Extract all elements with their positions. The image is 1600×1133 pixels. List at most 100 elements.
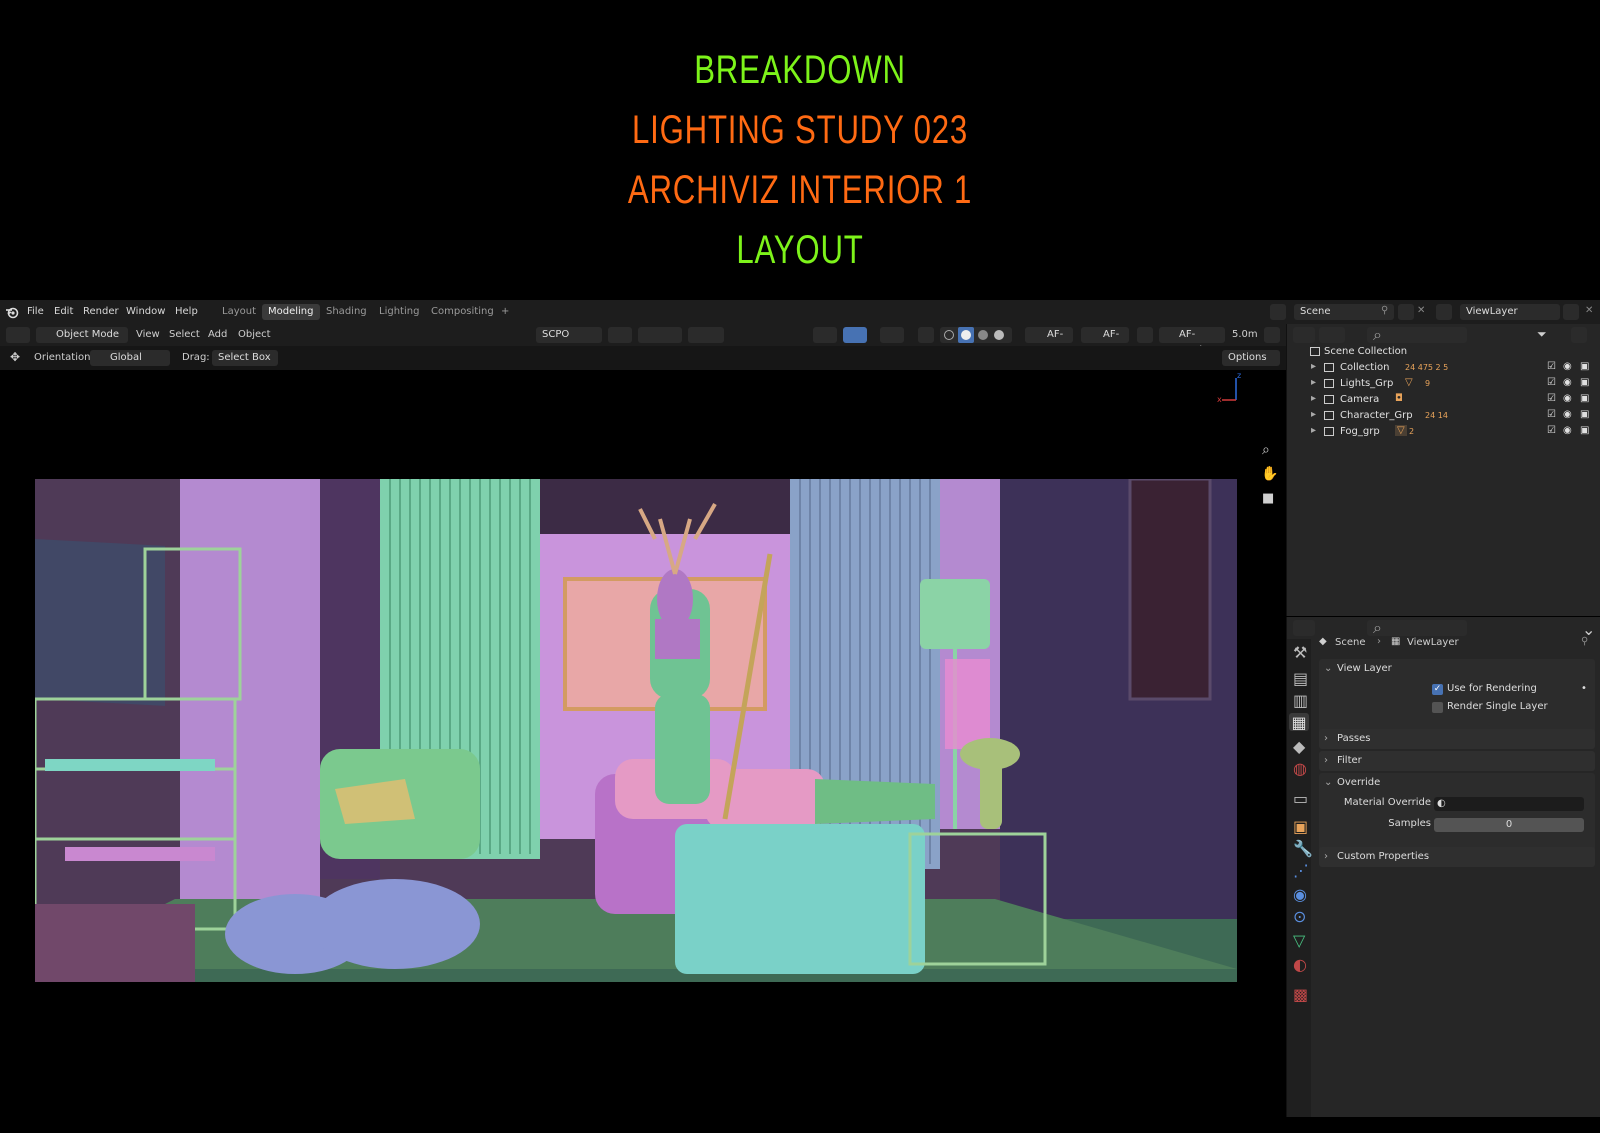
render-camera-icon[interactable]: ▣ bbox=[1580, 377, 1589, 388]
zoom-icon[interactable]: ⌕ bbox=[1262, 442, 1270, 458]
eye-icon[interactable]: ◉ bbox=[1563, 377, 1572, 388]
outliner-row-collection[interactable]: ▸ Collection 24 475 2 5 ☑ ◉ ▣ bbox=[1287, 360, 1600, 376]
scene-selector-icon[interactable] bbox=[1270, 304, 1286, 320]
add-workspace-button[interactable]: + bbox=[495, 304, 515, 320]
delete-view-layer-icon[interactable]: ✕ bbox=[1585, 305, 1593, 316]
passes-section[interactable]: › Passes bbox=[1319, 729, 1595, 749]
af-c-button[interactable]: AF-C bbox=[1081, 327, 1129, 356]
keyframe-dot-icon[interactable]: • bbox=[1581, 679, 1587, 699]
scene-collection-row[interactable]: Scene Collection bbox=[1287, 344, 1600, 360]
object-tab-icon[interactable]: ▣ bbox=[1293, 817, 1308, 836]
exclude-checkbox[interactable]: ☑ bbox=[1547, 377, 1556, 388]
outliner-row-character-grp[interactable]: ▸ Character_Grp 24 14 ☑ ◉ ▣ bbox=[1287, 408, 1600, 424]
menu-add[interactable]: Add bbox=[208, 329, 227, 340]
display-mode-icon[interactable] bbox=[1319, 327, 1345, 343]
constraints-tab-icon[interactable]: ⊙ bbox=[1293, 907, 1306, 926]
new-collection-icon[interactable] bbox=[1571, 327, 1587, 343]
render-tab-icon[interactable]: ▤ bbox=[1293, 669, 1308, 688]
new-view-layer-icon[interactable] bbox=[1563, 304, 1579, 320]
menu-select[interactable]: Select bbox=[169, 329, 200, 340]
menu-object[interactable]: Object bbox=[238, 329, 271, 340]
material-override-field[interactable]: ◐ bbox=[1434, 797, 1584, 811]
custom-properties-section[interactable]: › Custom Properties bbox=[1319, 847, 1595, 867]
move-tool-icon[interactable]: ✥ bbox=[10, 350, 20, 364]
data-tab-icon[interactable]: ▽ bbox=[1293, 931, 1305, 950]
physics-tab-icon[interactable]: ◉ bbox=[1293, 885, 1307, 904]
tab-layout[interactable]: Layout bbox=[216, 304, 262, 320]
outliner-editor-icon[interactable] bbox=[1293, 327, 1315, 343]
filter-section[interactable]: › Filter bbox=[1319, 751, 1595, 771]
panel-collapsed-icon[interactable]: › bbox=[1324, 751, 1328, 771]
hand-pan-icon[interactable]: ✋ bbox=[1261, 466, 1278, 482]
options-dropdown[interactable]: Options bbox=[1222, 350, 1280, 366]
transform-pivot-icon[interactable] bbox=[608, 327, 632, 343]
exclude-checkbox[interactable]: ☑ bbox=[1547, 361, 1556, 372]
axis-gizmo[interactable]: z x bbox=[1216, 372, 1246, 406]
modifier-tab-icon[interactable]: 🔧 bbox=[1293, 839, 1313, 858]
camera-view-icon[interactable]: ■ bbox=[1262, 491, 1274, 506]
pin-icon[interactable]: ⚲ bbox=[1381, 305, 1388, 316]
render-camera-icon[interactable]: ▣ bbox=[1580, 425, 1589, 436]
exclude-checkbox[interactable]: ☑ bbox=[1547, 409, 1556, 420]
samples-field[interactable]: 0 bbox=[1434, 818, 1584, 832]
xray-icon[interactable] bbox=[918, 327, 934, 343]
proportional-edit-icon[interactable] bbox=[688, 327, 724, 343]
scene-name-field[interactable]: Scene bbox=[1294, 304, 1394, 320]
filter-icon[interactable]: ⏷ bbox=[1537, 327, 1547, 342]
outliner-row-fog-grp[interactable]: ▸ Fog_grp ▽ 2 ☑ ◉ ▣ bbox=[1287, 424, 1600, 440]
overlay-icon[interactable] bbox=[880, 327, 904, 343]
scpo-dropdown[interactable]: SCPO bbox=[536, 327, 602, 343]
expand-arrow-icon[interactable]: ▸ bbox=[1311, 409, 1316, 420]
menu-view[interactable]: View bbox=[136, 329, 160, 340]
expand-arrow-icon[interactable]: ▸ bbox=[1311, 377, 1316, 388]
menu-file[interactable]: File bbox=[27, 306, 44, 317]
collection-tab-icon[interactable]: ▭ bbox=[1293, 789, 1308, 808]
eye-icon[interactable]: ◉ bbox=[1563, 361, 1572, 372]
menu-help[interactable]: Help bbox=[175, 306, 198, 317]
mode-dropdown[interactable]: Object Mode bbox=[36, 327, 128, 343]
panel-expanded-icon[interactable]: ⌄ bbox=[1324, 659, 1332, 679]
view-layer-icon[interactable] bbox=[1436, 304, 1452, 320]
af-link-icon[interactable] bbox=[1137, 327, 1153, 343]
expand-arrow-icon[interactable]: ▸ bbox=[1311, 425, 1316, 436]
render-camera-icon[interactable]: ▣ bbox=[1580, 361, 1589, 372]
outliner-row-camera[interactable]: ▸ Camera ◘ ☑ ◉ ▣ bbox=[1287, 392, 1600, 408]
expand-arrow-icon[interactable]: ▸ bbox=[1311, 361, 1316, 372]
expand-arrow-icon[interactable]: ▸ bbox=[1311, 393, 1316, 404]
af-track-button[interactable]: AF-Track bbox=[1159, 327, 1225, 356]
shading-modes[interactable] bbox=[940, 327, 1012, 343]
render-single-layer-checkbox[interactable] bbox=[1432, 702, 1443, 713]
delete-scene-icon[interactable]: ✕ bbox=[1417, 305, 1425, 316]
material-tab-icon[interactable]: ◐ bbox=[1293, 955, 1307, 974]
visibility-icon[interactable] bbox=[813, 327, 837, 343]
override-section[interactable]: ⌄ Override Material Override ◐ Samples 0 bbox=[1319, 773, 1595, 855]
blender-logo-icon[interactable] bbox=[5, 305, 19, 319]
outliner-search[interactable]: ⌕ bbox=[1367, 327, 1467, 343]
tab-lighting[interactable]: Lighting bbox=[373, 304, 425, 320]
exclude-checkbox[interactable]: ☑ bbox=[1547, 393, 1556, 404]
orientation-dropdown[interactable]: Global bbox=[90, 350, 170, 366]
exclude-checkbox[interactable]: ☑ bbox=[1547, 425, 1556, 436]
properties-editor-icon[interactable] bbox=[1293, 620, 1315, 636]
drag-dropdown[interactable]: Select Box bbox=[212, 350, 278, 366]
eye-icon[interactable]: ◉ bbox=[1563, 425, 1572, 436]
tab-shading[interactable]: Shading bbox=[320, 304, 373, 320]
panel-expanded-icon[interactable]: ⌄ bbox=[1324, 773, 1332, 793]
particles-tab-icon[interactable]: ⋰ bbox=[1293, 861, 1309, 880]
panel-collapsed-icon[interactable]: › bbox=[1324, 847, 1328, 867]
eye-icon[interactable]: ◉ bbox=[1563, 393, 1572, 404]
fullscreen-icon[interactable] bbox=[1264, 327, 1280, 343]
texture-tab-icon[interactable]: ▩ bbox=[1293, 985, 1308, 1004]
pin-icon[interactable]: ⚲ bbox=[1581, 636, 1588, 647]
new-scene-icon[interactable] bbox=[1398, 304, 1414, 320]
af-s-button[interactable]: AF-S bbox=[1025, 327, 1073, 356]
scene-tab-icon[interactable]: ◆ bbox=[1293, 737, 1305, 756]
eye-icon[interactable]: ◉ bbox=[1563, 409, 1572, 420]
use-for-rendering-checkbox[interactable]: ✓ bbox=[1432, 684, 1443, 695]
view-layer-field[interactable]: ViewLayer bbox=[1460, 304, 1560, 320]
world-tab-icon[interactable]: ◍ bbox=[1293, 759, 1307, 778]
menu-window[interactable]: Window bbox=[126, 306, 165, 317]
outliner-row-lights-grp[interactable]: ▸ Lights_Grp ▽ 9 ☑ ◉ ▣ bbox=[1287, 376, 1600, 392]
render-camera-icon[interactable]: ▣ bbox=[1580, 409, 1589, 420]
menu-edit[interactable]: Edit bbox=[54, 306, 73, 317]
